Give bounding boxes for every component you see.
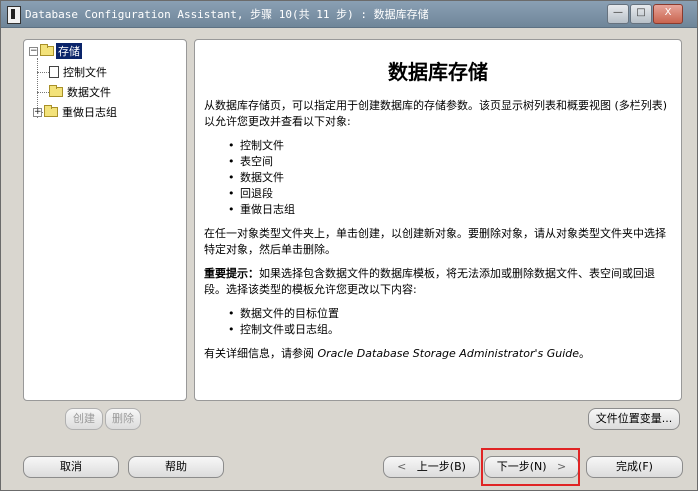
file-location-variables-button[interactable]: 文件位置变量... bbox=[588, 408, 680, 430]
close-button[interactable]: X bbox=[653, 4, 683, 24]
more-info-prefix: 有关详细信息，请参阅 bbox=[204, 347, 318, 360]
folder-icon bbox=[49, 85, 63, 97]
list-item: 表空间 bbox=[228, 154, 674, 170]
list-item: 控制文件或日志组。 bbox=[228, 322, 674, 338]
expand-icon[interactable]: + bbox=[33, 107, 42, 117]
folder-icon bbox=[44, 105, 58, 117]
list-item: 数据文件的目标位置 bbox=[228, 306, 674, 322]
list-item: 重做日志组 bbox=[228, 202, 674, 218]
dbca-window: Database Configuration Assistant, 步骤 10(… bbox=[0, 0, 698, 491]
create-button[interactable]: 创建 bbox=[65, 408, 103, 430]
back-button-label: 上一步(B) bbox=[416, 460, 466, 473]
minimize-button[interactable]: — bbox=[607, 4, 629, 24]
folder-open-icon bbox=[40, 44, 54, 56]
cancel-button[interactable]: 取消 bbox=[23, 456, 119, 478]
help-content-panel: 数据库存储 从数据库存储页，可以指定用于创建数据库的存储参数。该页显示树列表和概… bbox=[194, 39, 682, 401]
more-info-paragraph: 有关详细信息，请参阅 Oracle Database Storage Admin… bbox=[204, 346, 674, 362]
tree-item-redo-log-groups[interactable]: + 重做日志组 bbox=[33, 104, 119, 120]
storage-tree: − 存储 控制文件 数据文件 + 重做日志组 bbox=[23, 39, 187, 401]
back-button[interactable]: < 上一步(B) bbox=[383, 456, 480, 478]
important-label: 重要提示： bbox=[204, 267, 259, 280]
tree-item-label: 控制文件 bbox=[63, 66, 107, 79]
important-paragraph: 重要提示：如果选择包含数据文件的数据库模板，将无法添加或删除数据文件、表空间或回… bbox=[204, 266, 674, 298]
tree-item-storage[interactable]: − 存储 bbox=[29, 43, 82, 59]
object-list: 控制文件 表空间 数据文件 回退段 重做日志组 bbox=[204, 138, 674, 218]
guide-title: Oracle Database Storage Administrator's … bbox=[317, 347, 580, 360]
list-item: 回退段 bbox=[228, 186, 674, 202]
tree-item-label: 重做日志组 bbox=[62, 106, 117, 119]
tree-item-control-files[interactable]: 控制文件 bbox=[49, 64, 109, 80]
window-title: Database Configuration Assistant, 步骤 10(… bbox=[25, 8, 429, 21]
tree-item-data-files[interactable]: 数据文件 bbox=[49, 84, 113, 100]
tree-connector bbox=[37, 92, 49, 93]
list-item: 控制文件 bbox=[228, 138, 674, 154]
tree-item-label: 存储 bbox=[56, 43, 82, 59]
create-delete-paragraph: 在任一对象类型文件夹上，单击创建，以创建新对象。要删除对象，请从对象类型文件夹中… bbox=[204, 227, 666, 256]
changes-list: 数据文件的目标位置 控制文件或日志组。 bbox=[204, 306, 674, 338]
highlight-annotation bbox=[481, 448, 580, 486]
app-icon bbox=[7, 6, 21, 24]
chevron-left-icon: < bbox=[397, 460, 407, 473]
tree-connector bbox=[37, 72, 49, 73]
document-icon bbox=[49, 66, 59, 78]
important-text: 如果选择包含数据文件的数据库模板，将无法添加或删除数据文件、表空间或回退段。选择… bbox=[204, 267, 655, 296]
help-button[interactable]: 帮助 bbox=[128, 456, 224, 478]
collapse-icon[interactable]: − bbox=[29, 46, 38, 56]
content-body: 从数据库存储页，可以指定用于创建数据库的存储参数。该页显示树列表和概要视图 (多… bbox=[204, 98, 674, 370]
title-bar[interactable]: Database Configuration Assistant, 步骤 10(… bbox=[1, 1, 697, 28]
intro-paragraph: 从数据库存储页，可以指定用于创建数据库的存储参数。该页显示树列表和概要视图 (多… bbox=[204, 99, 668, 128]
content-title: 数据库存储 bbox=[388, 60, 488, 84]
finish-button[interactable]: 完成(F) bbox=[586, 456, 683, 478]
list-item: 数据文件 bbox=[228, 170, 674, 186]
more-info-suffix: 。 bbox=[579, 347, 591, 360]
tree-item-label: 数据文件 bbox=[67, 86, 111, 99]
delete-button[interactable]: 删除 bbox=[105, 408, 141, 430]
maximize-button[interactable]: □ bbox=[630, 4, 652, 24]
